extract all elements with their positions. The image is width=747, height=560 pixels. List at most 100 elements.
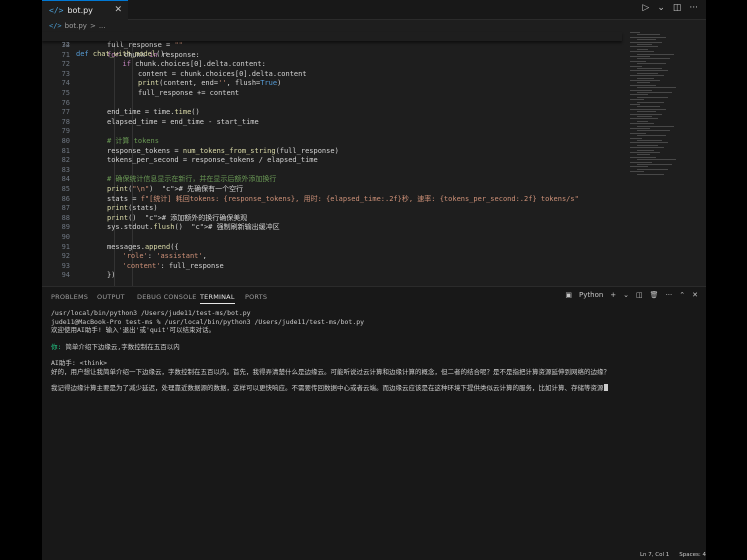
line-number: 76 bbox=[61, 98, 70, 107]
minimap-line bbox=[637, 63, 666, 65]
terminal-line: jude11@MacBook-Pro test-ms % /usr/local/… bbox=[51, 317, 365, 326]
line-number: 90 bbox=[61, 233, 70, 241]
line-number: 87 bbox=[61, 204, 70, 213]
more-icon[interactable]: ··· bbox=[666, 291, 673, 299]
minimap-line bbox=[630, 36, 666, 38]
code-text: full_response = "" bbox=[107, 41, 183, 49]
minimap-line bbox=[637, 68, 662, 69]
tab-terminal[interactable]: TERMINAL bbox=[200, 293, 235, 304]
line-number: 85 bbox=[61, 185, 70, 193]
line-number: 89 bbox=[61, 223, 70, 232]
minimap-line bbox=[637, 34, 660, 36]
minimap-line bbox=[637, 92, 672, 93]
add-terminal-icon[interactable]: + bbox=[610, 291, 616, 299]
minimap-line bbox=[637, 130, 670, 132]
more-icon[interactable]: ··· bbox=[689, 3, 698, 13]
minimap-line bbox=[630, 56, 650, 57]
minimap-line bbox=[637, 96, 668, 98]
minimap-line bbox=[637, 173, 664, 175]
code-text: print(stats) bbox=[107, 204, 158, 213]
sticky-code: def chat_with_model(): bbox=[76, 50, 169, 58]
tab-bot-py[interactable]: </> bot.py ✕ bbox=[42, 0, 128, 20]
minimap-line bbox=[637, 77, 654, 79]
code-text: 'content': full_response bbox=[122, 261, 224, 270]
terminal-cursor bbox=[603, 384, 608, 391]
minimap-line bbox=[637, 53, 674, 55]
tab-ports[interactable]: PORTS bbox=[245, 293, 267, 301]
minimap-line bbox=[630, 94, 648, 96]
vertical-scrollbar[interactable] bbox=[692, 32, 702, 286]
code-editor[interactable]: 32 def chat_with_model(): 74 full_respons… bbox=[42, 32, 706, 286]
minimap-line bbox=[630, 80, 660, 81]
minimap-line bbox=[630, 65, 642, 67]
python-file-icon: </> bbox=[49, 22, 62, 30]
cursor-position[interactable]: Ln 7, Col 1 bbox=[640, 552, 669, 558]
chevron-down-icon[interactable]: ⌄ bbox=[623, 291, 629, 299]
terminal-line: 你: 简单介绍下边缘云,字数控制在五百以内 bbox=[51, 343, 691, 352]
code-text: full_response += content bbox=[138, 89, 240, 97]
tab-output[interactable]: OUTPUT bbox=[97, 293, 125, 301]
minimap-line bbox=[637, 149, 654, 151]
minimap-line bbox=[630, 171, 644, 173]
code-text: messages.append({ bbox=[107, 242, 179, 251]
shell-name[interactable]: Python bbox=[579, 291, 603, 299]
bottom-panel: PROBLEMS OUTPUT DEBUG CONSOLE TERMINAL P… bbox=[42, 286, 706, 552]
line-number: 79 bbox=[61, 127, 70, 136]
minimap-line bbox=[630, 70, 668, 72]
code-text: }) bbox=[107, 271, 116, 280]
tab-problems[interactable]: PROBLEMS bbox=[51, 293, 88, 301]
minimap[interactable] bbox=[630, 32, 690, 182]
minimap-line bbox=[630, 99, 644, 101]
breadcrumb-separator: > bbox=[89, 22, 96, 30]
tab-label: bot.py bbox=[67, 6, 93, 15]
terminal-line: /usr/local/bin/python3 /Users/jude11/tes… bbox=[51, 309, 251, 317]
code-text: elapsed_time = end_time - start_time bbox=[107, 117, 259, 126]
code-text: stats = f"[统计] 耗回tokens: {response_token… bbox=[107, 194, 579, 203]
minimap-line bbox=[637, 58, 670, 60]
minimap-line bbox=[637, 72, 658, 74]
minimap-line bbox=[637, 116, 652, 117]
tab-debug-console[interactable]: DEBUG CONSOLE bbox=[137, 293, 197, 301]
minimap-line bbox=[630, 108, 666, 110]
breadcrumb-file[interactable]: bot.py bbox=[65, 22, 87, 30]
vscode-window: </> bot.py ✕ ▷ ⌄ ◫ ··· </> bot.py > ... … bbox=[42, 0, 706, 560]
panel-tabs: PROBLEMS OUTPUT DEBUG CONSOLE TERMINAL P… bbox=[42, 287, 706, 305]
split-terminal-icon[interactable]: ◫ bbox=[636, 291, 643, 299]
close-icon[interactable]: ✕ bbox=[114, 5, 122, 15]
minimap-line bbox=[630, 51, 654, 53]
sticky-scroll-header[interactable]: 32 def chat_with_model(): bbox=[42, 32, 622, 58]
indentation[interactable]: Spaces: 4 bbox=[679, 552, 706, 558]
chevron-down-icon[interactable]: ⌄ bbox=[657, 3, 665, 13]
code-text: if chunk.choices[0].delta.content: bbox=[122, 60, 266, 69]
line-number: 81 bbox=[61, 146, 70, 155]
minimap-line bbox=[630, 75, 664, 77]
terminal-icon: ▣ bbox=[565, 291, 573, 299]
line-number: 92 bbox=[61, 252, 70, 261]
terminal-toolbar: ▣ Python + ⌄ ◫ 🗑 ··· ⌃ ✕ bbox=[565, 291, 698, 299]
line-number: 84 bbox=[61, 175, 70, 184]
terminal-line: 欢迎使用AI助手! 输入'退出'或'quit'可以结束对话。 bbox=[51, 326, 215, 334]
line-number: 91 bbox=[61, 242, 70, 251]
run-icon[interactable]: ▷ bbox=[642, 3, 649, 13]
minimap-line bbox=[637, 140, 662, 141]
minimap-line bbox=[630, 118, 658, 120]
python-file-icon: </> bbox=[49, 6, 64, 15]
minimap-line bbox=[630, 104, 640, 105]
split-editor-icon[interactable]: ◫ bbox=[673, 3, 682, 13]
minimap-line bbox=[637, 39, 656, 41]
trash-icon[interactable]: 🗑 bbox=[650, 291, 659, 299]
code-text: tokens_per_second = response_tokens / el… bbox=[107, 156, 318, 165]
code-text: # 计算 tokens bbox=[107, 137, 159, 145]
breadcrumb-more[interactable]: ... bbox=[99, 22, 106, 30]
minimap-line bbox=[630, 123, 654, 125]
line-number: 83 bbox=[61, 165, 70, 174]
code-text: print("\n") "c"># 先确保有一个空行 bbox=[107, 185, 244, 193]
close-icon[interactable]: ✕ bbox=[692, 291, 698, 299]
minimap-line bbox=[630, 137, 642, 139]
terminal-output[interactable]: /usr/local/bin/python3 /Users/jude11/tes… bbox=[51, 309, 691, 393]
minimap-line bbox=[637, 48, 648, 50]
minimap-line bbox=[630, 142, 668, 144]
maximize-icon[interactable]: ⌃ bbox=[679, 291, 685, 299]
minimap-line bbox=[630, 132, 646, 134]
line-number: 82 bbox=[61, 156, 70, 165]
